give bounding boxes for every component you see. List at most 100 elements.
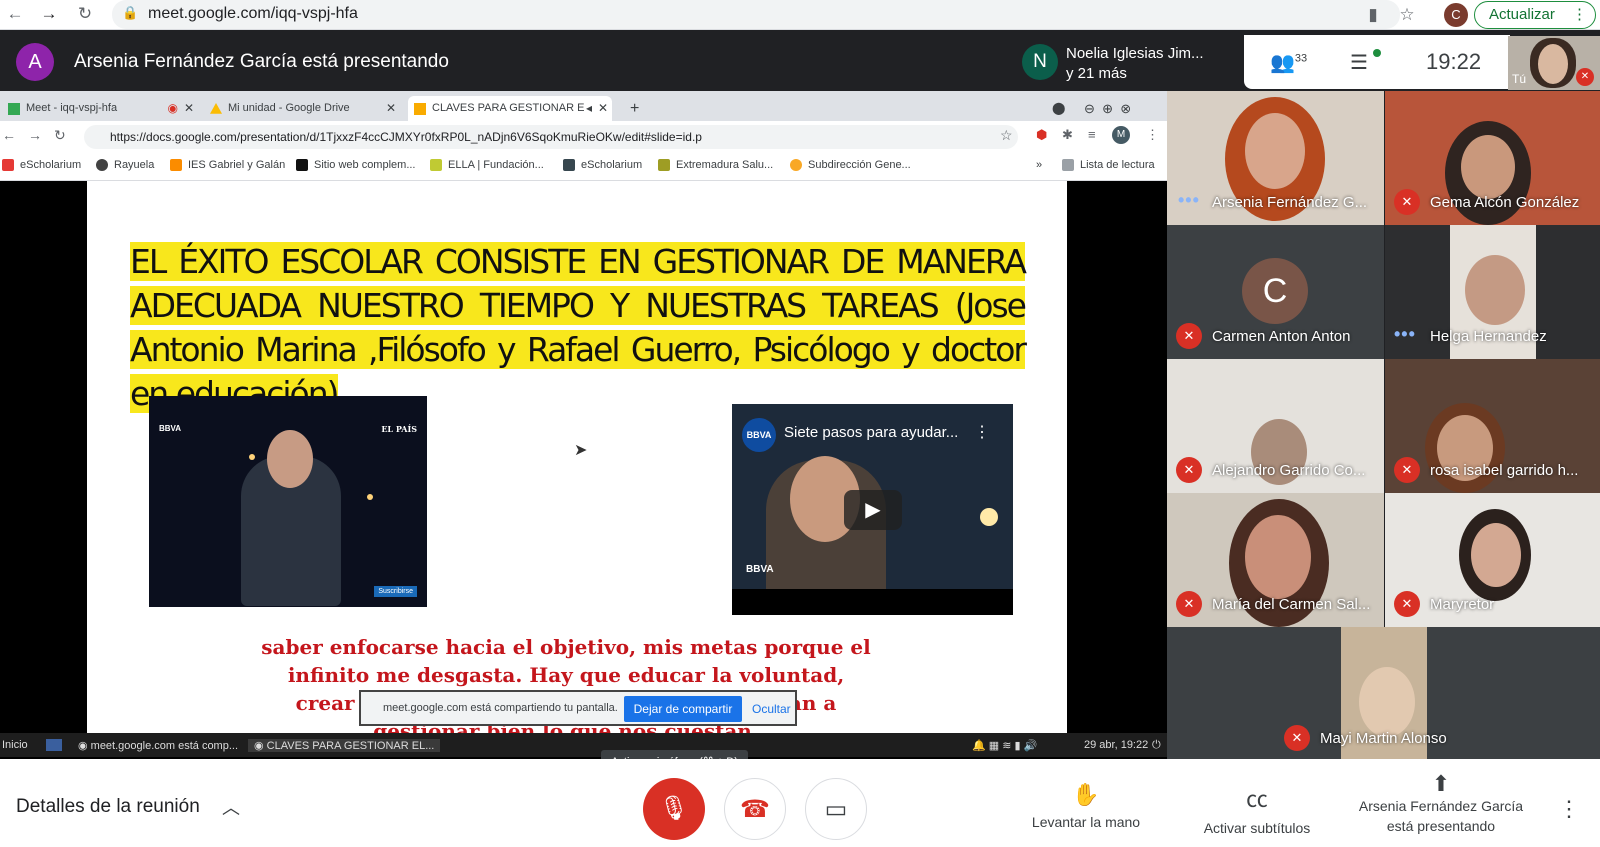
bookmark-favicon-icon bbox=[296, 159, 308, 171]
bokeh-light bbox=[980, 508, 998, 526]
participant-name: Helga Hernandez bbox=[1430, 328, 1547, 345]
self-face bbox=[1538, 44, 1568, 84]
raise-hand-button[interactable]: ✋ Levantar la mano bbox=[1024, 782, 1148, 830]
mic-off-icon: ✕ bbox=[1176, 323, 1202, 349]
present-screen-icon: ⬆ bbox=[1431, 771, 1451, 796]
star-icon: ☆ bbox=[1000, 127, 1013, 143]
camera-indicator-icon[interactable]: ▮ bbox=[1362, 4, 1384, 26]
back-icon: ← bbox=[2, 127, 16, 143]
people-icon: 👥 bbox=[1270, 52, 1295, 74]
video2-title: Siete pasos para ayudar... bbox=[784, 424, 959, 441]
video2-bottom-strip bbox=[732, 589, 1013, 615]
camera-toggle-button[interactable]: ▭ bbox=[805, 778, 867, 840]
extensions-icon: ✱ bbox=[1062, 127, 1073, 142]
pinned-name: Noelia Iglesias Jim... y 21 más bbox=[1066, 45, 1204, 82]
participant-name: Maryretor bbox=[1430, 596, 1495, 613]
hand-icon: ✋ bbox=[1072, 782, 1100, 807]
close-icon: ✕ bbox=[183, 101, 194, 115]
mic-toggle-button[interactable]: 🎙 bbox=[643, 778, 705, 840]
participant-avatar: C bbox=[1242, 258, 1308, 324]
close-icon: ✕ bbox=[385, 101, 396, 115]
bookmark-favicon-icon bbox=[430, 159, 442, 171]
system-tray-icons: 🔔 ▦ ≋ ▮ 🔊 bbox=[972, 740, 1038, 752]
chat-notification-dot bbox=[1373, 49, 1381, 57]
back-icon[interactable]: ← bbox=[4, 3, 26, 25]
bookmark-favicon-icon bbox=[170, 159, 182, 171]
media-icon: ≡ bbox=[1088, 127, 1096, 142]
drive-favicon-icon bbox=[210, 103, 222, 114]
mic-off-icon: ✕ bbox=[1284, 725, 1310, 751]
bookmark-star-icon[interactable]: ☆ bbox=[1396, 4, 1418, 26]
video-thumbnail-1: BBVA EL PAÍS Suscribirse bbox=[149, 396, 427, 607]
shared-url: https://docs.google.com/presentation/d/1… bbox=[84, 125, 1018, 149]
bookmark-item: Extremadura Salu... bbox=[658, 159, 773, 171]
people-button[interactable]: 👥33 bbox=[1270, 50, 1307, 75]
participant-face bbox=[1359, 667, 1415, 737]
bookmark-favicon-icon bbox=[563, 159, 575, 171]
speaking-indicator-icon: ••• bbox=[1394, 324, 1416, 344]
video2-brand: BBVA bbox=[746, 564, 774, 575]
channel-badge: BBVA bbox=[742, 418, 776, 452]
shared-tab-slides: CLAVES PARA GESTIONAR E ◂ ✕ bbox=[408, 96, 612, 121]
video-camera-icon: ▭ bbox=[824, 796, 848, 823]
power-icon: ⏻ bbox=[1152, 739, 1161, 751]
forward-icon: → bbox=[28, 127, 42, 143]
participant-face bbox=[1471, 523, 1521, 587]
reload-icon[interactable]: ↻ bbox=[74, 3, 96, 25]
bookmark-item: ELLA | Fundación... bbox=[430, 159, 544, 171]
profile-avatar[interactable]: C bbox=[1444, 3, 1468, 27]
bookmarks-overflow-icon: » bbox=[1036, 159, 1043, 171]
address-bar[interactable]: 🔒 meet.google.com/iqq-vspj-hfa bbox=[112, 0, 1400, 29]
more-vert-icon: ⋮ bbox=[1146, 127, 1159, 142]
slides-favicon-icon bbox=[414, 103, 426, 115]
taskbar-item-meet: ◉ meet.google.com está comp... bbox=[78, 740, 239, 752]
more-options-icon[interactable]: ⋮ bbox=[1558, 796, 1580, 822]
taskbar-start: Inicio bbox=[2, 739, 28, 751]
bookmark-item: IES Gabriel y Galán bbox=[170, 159, 285, 171]
mouse-cursor-icon: ➤ bbox=[574, 442, 588, 459]
shared-tab-drive: Mi unidad - Google Drive ✕ bbox=[204, 96, 400, 121]
reading-list-icon bbox=[1062, 159, 1074, 171]
participant-face bbox=[1245, 113, 1305, 189]
mic-off-icon: ✕ bbox=[1176, 457, 1202, 483]
participant-name: María del Carmen Sal... bbox=[1212, 596, 1371, 613]
taskbar-files-icon bbox=[46, 739, 62, 751]
more-vert-icon: ⋮ bbox=[1572, 6, 1587, 23]
self-label: Tú bbox=[1512, 72, 1527, 86]
participant-name: Carmen Anton Anton bbox=[1212, 328, 1351, 345]
hang-up-icon: ☎ bbox=[740, 796, 770, 823]
forward-icon[interactable]: → bbox=[38, 3, 60, 25]
shared-address-row: ← → ↻ https://docs.google.com/presentati… bbox=[0, 121, 1167, 153]
chevron-up-icon[interactable]: ︿ bbox=[222, 794, 240, 820]
speaker-face bbox=[267, 430, 313, 488]
cc-icon: ㏄ bbox=[1245, 787, 1268, 812]
bookmark-item: Sitio web complem... bbox=[296, 159, 415, 171]
participant-face bbox=[1465, 255, 1525, 325]
speaker-icon: ◂ bbox=[585, 101, 592, 115]
presenting-button[interactable]: ⬆ Arsenia Fernández García está presentan… bbox=[1348, 771, 1534, 836]
video1-subscribe: Suscribirse bbox=[374, 586, 417, 597]
shared-tab-meet: Meet - iqq-vspj-hfa ◉ ✕ bbox=[2, 96, 198, 121]
participant-face bbox=[1461, 135, 1515, 199]
lock-icon: 🔒 bbox=[122, 5, 139, 20]
bokeh-light bbox=[249, 454, 255, 460]
close-icon: ✕ bbox=[597, 101, 608, 115]
tab-search-icon: ⬤ bbox=[1052, 101, 1066, 115]
bookmark-favicon-icon bbox=[96, 159, 108, 171]
update-button[interactable]: Actualizar ⋮ bbox=[1474, 1, 1596, 29]
presenter-text: Arsenia Fernández García está presentand… bbox=[74, 51, 449, 72]
bookmark-item: eScholarium bbox=[2, 159, 81, 171]
presenter-avatar: A bbox=[16, 43, 54, 81]
chat-icon[interactable]: ☰ bbox=[1350, 50, 1368, 75]
bookmark-favicon-icon bbox=[658, 159, 670, 171]
captions-button[interactable]: ㏄ Activar subtítulos bbox=[1188, 782, 1326, 836]
slide-quote: saber enfocarse hacia el objetivo, mis m… bbox=[261, 635, 871, 743]
mic-off-icon: ✕ bbox=[1394, 457, 1420, 483]
stop-sharing-button: Dejar de compartir bbox=[624, 696, 742, 722]
meeting-details-button[interactable]: Detalles de la reunión bbox=[16, 796, 200, 818]
leave-call-button[interactable]: ☎ bbox=[724, 778, 786, 840]
new-tab-icon: + bbox=[630, 100, 640, 117]
video1-brand: BBVA bbox=[159, 424, 182, 433]
taskbar-datetime: 29 abr, 19:22 bbox=[1084, 739, 1149, 751]
meet-favicon-icon bbox=[8, 103, 20, 115]
